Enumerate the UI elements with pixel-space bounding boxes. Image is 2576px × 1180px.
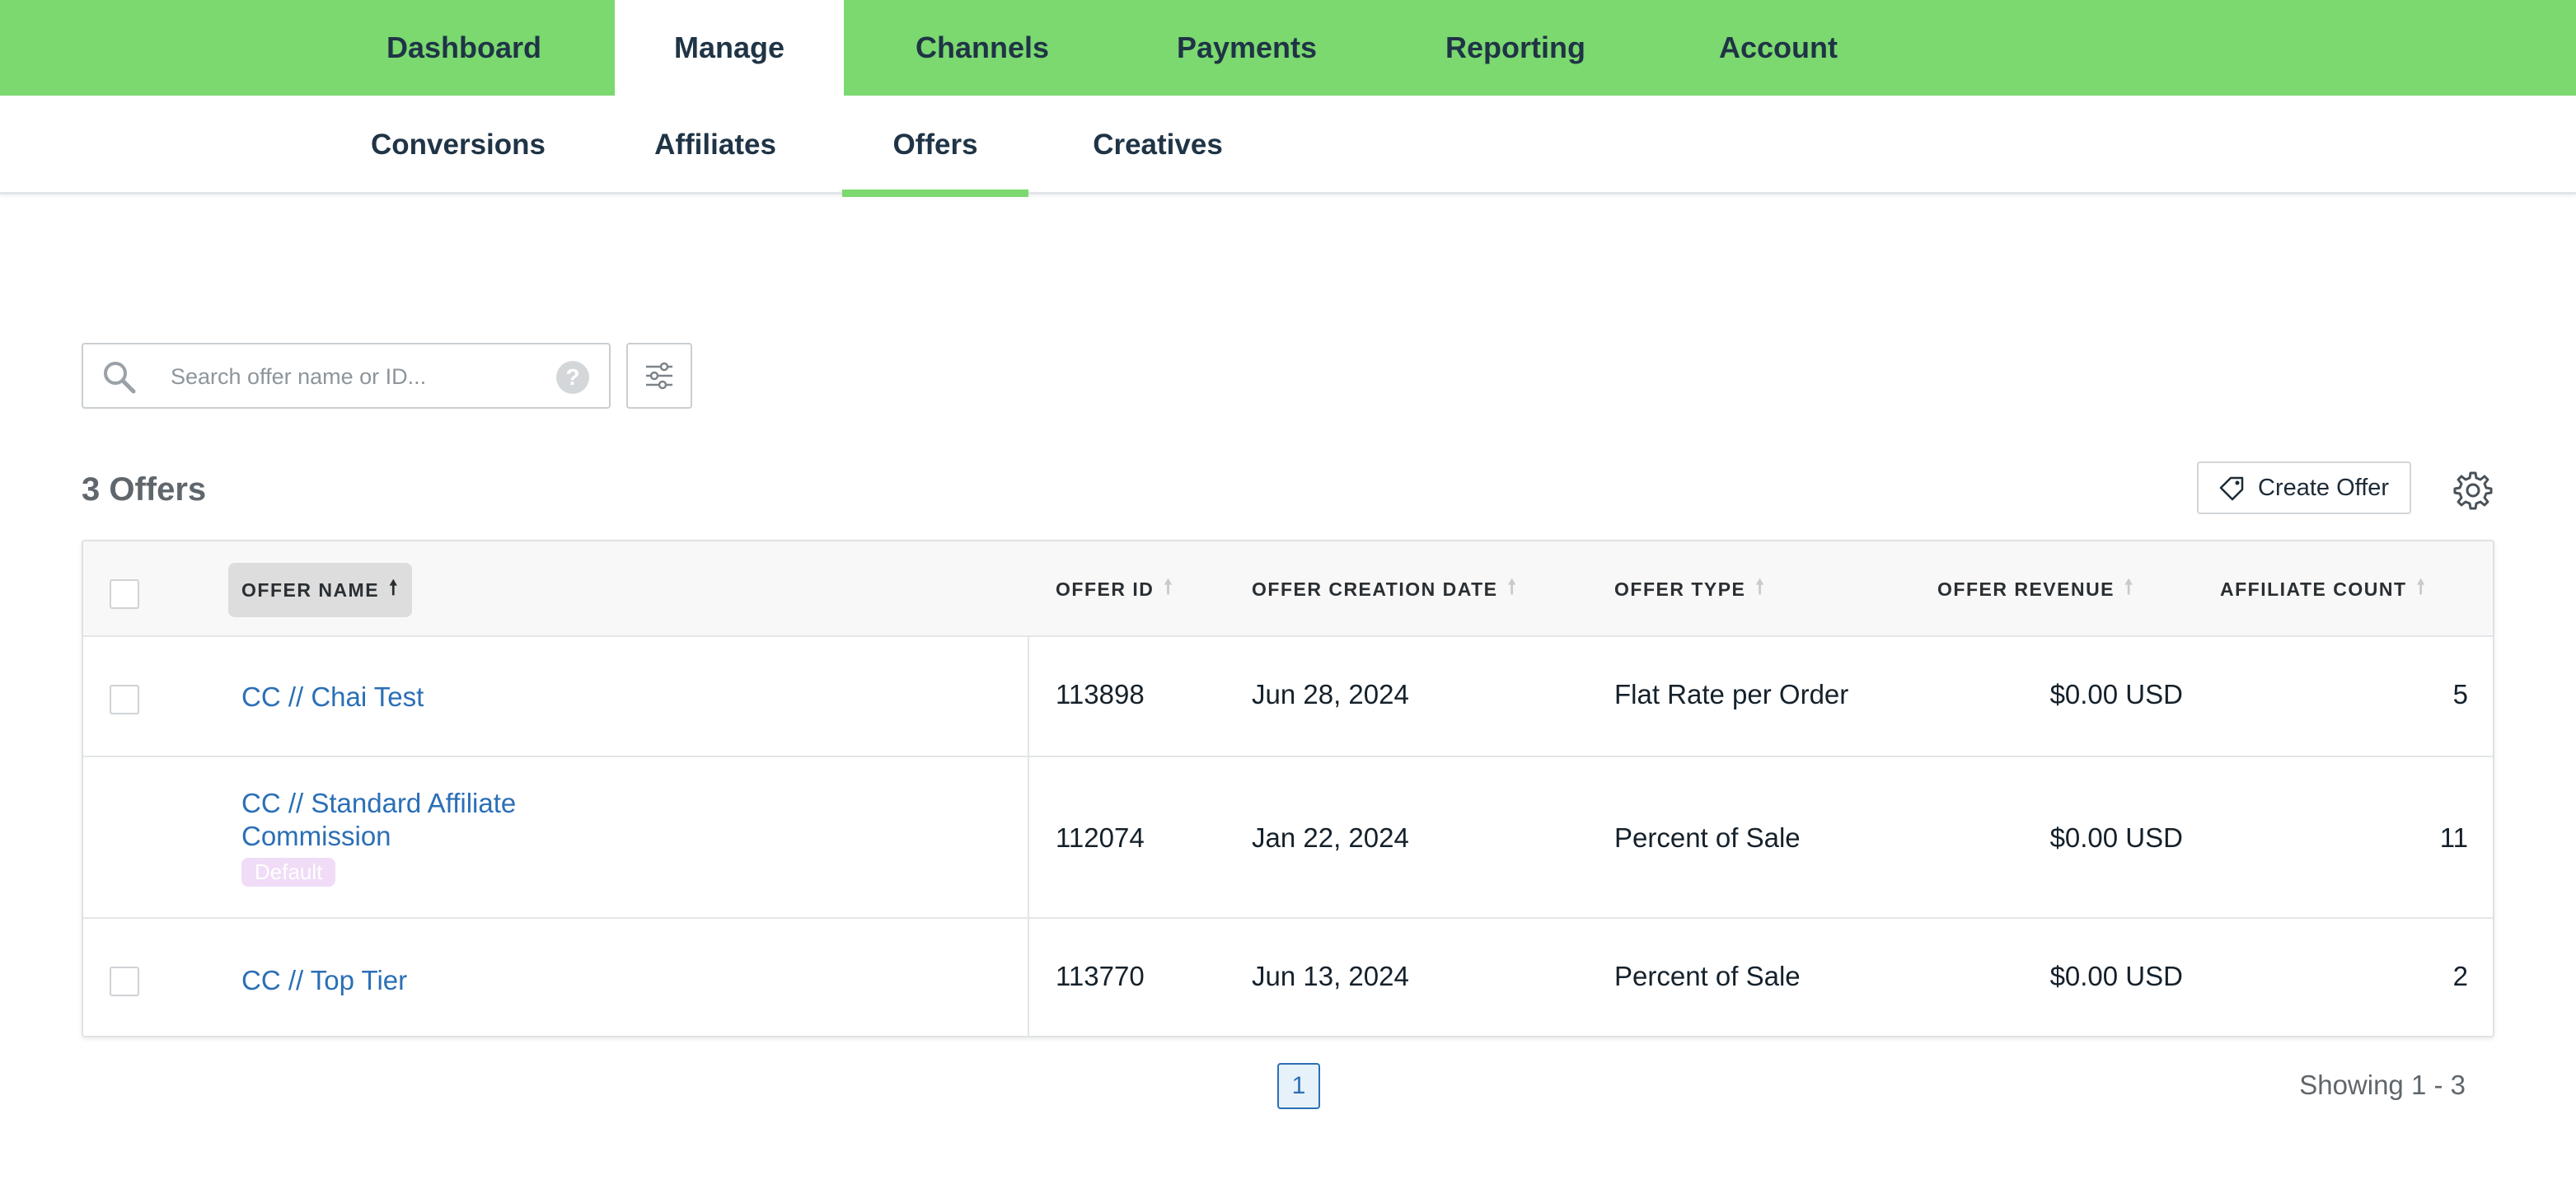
sort-arrow-icon: 🠕 [1164, 575, 1174, 598]
row-checkbox[interactable] [110, 685, 139, 714]
affiliate-count-cell: 11 [2439, 822, 2468, 853]
offer-name-link[interactable]: CC // Standard Affiliate Commission [241, 787, 516, 853]
top-nav-tab-account[interactable]: Account [1679, 0, 1877, 96]
creation-date-header-label: OFFER CREATION DATE [1252, 578, 1498, 600]
offer-search-input[interactable] [171, 356, 541, 397]
page-1-button[interactable]: 1 [1277, 1063, 1320, 1109]
table-row: CC // Top Tier 113770 Jun 13, 2024 Perce… [83, 919, 2493, 1037]
offer-revenue-cell: $0.00 USD [2049, 822, 2183, 853]
row-checkbox[interactable] [110, 967, 139, 996]
offer-revenue-header-label: OFFER REVENUE [1937, 578, 2115, 600]
table-row: CC // Standard Affiliate Commission Defa… [83, 757, 2493, 919]
offer-name-line: CC // Standard Affiliate [241, 788, 517, 818]
affiliate-count-header-label: AFFILIATE COUNT [2220, 578, 2407, 600]
top-nav-tab-payments[interactable]: Payments [1139, 0, 1355, 96]
table-header: OFFER NAME 🠕 OFFER ID 🠕 OFFER CREATION D… [83, 541, 2493, 637]
gear-icon[interactable] [2452, 470, 2494, 511]
sub-nav-tab-affiliates[interactable]: Affiliates [633, 96, 798, 194]
offer-name-link[interactable]: CC // Top Tier [241, 964, 407, 997]
offer-id-cell: 112074 [1056, 822, 1145, 853]
creation-date-cell: Jun 13, 2024 [1252, 961, 1409, 991]
sub-nav-tab-creatives[interactable]: Creatives [1080, 96, 1236, 194]
select-all-checkbox[interactable] [110, 579, 139, 609]
offer-type-cell: Percent of Sale [1614, 961, 1801, 991]
affiliate-count-column-header[interactable]: AFFILIATE COUNT 🠕 [2220, 541, 2426, 637]
sort-up-arrow-icon: 🠕 [389, 576, 399, 599]
offers-count-title: 3 Offers [82, 471, 207, 508]
default-badge: Default [241, 858, 336, 887]
offer-name-link[interactable]: CC // Chai Test [241, 681, 424, 714]
offer-id-cell: 113770 [1056, 961, 1145, 991]
offer-type-cell: Flat Rate per Order [1614, 679, 1849, 709]
offer-name-column-header[interactable]: OFFER NAME 🠕 [228, 563, 412, 617]
offer-type-header-label: OFFER TYPE [1614, 578, 1746, 600]
showing-range-text: Showing 1 - 3 [2299, 1070, 2466, 1100]
create-offer-button[interactable]: Create Offer [2197, 461, 2411, 514]
sort-arrow-icon: 🠕 [2416, 575, 2427, 598]
filter-button[interactable] [626, 343, 692, 409]
top-nav-tab-channels[interactable]: Channels [885, 0, 1080, 96]
tag-icon [2219, 476, 2244, 501]
sub-nav-tab-offers[interactable]: Offers [842, 96, 1028, 197]
create-offer-label: Create Offer [2258, 474, 2390, 501]
table-row: CC // Chai Test 113898 Jun 28, 2024 Flat… [83, 637, 2493, 757]
help-icon[interactable]: ? [556, 361, 589, 394]
top-nav-tab-reporting[interactable]: Reporting [1412, 0, 1618, 96]
sort-arrow-icon: 🠕 [1507, 575, 1518, 598]
affiliate-count-cell: 2 [2452, 961, 2468, 991]
offer-revenue-column-header[interactable]: OFFER REVENUE 🠕 [1937, 541, 2134, 637]
sub-nav-tab-conversions[interactable]: Conversions [359, 96, 557, 194]
offer-id-cell: 113898 [1056, 679, 1145, 709]
search-icon [104, 362, 136, 394]
affiliate-count-cell: 5 [2452, 679, 2468, 709]
offer-revenue-cell: $0.00 USD [2049, 961, 2183, 991]
creation-date-cell: Jan 22, 2024 [1252, 822, 1409, 853]
creation-date-column-header[interactable]: OFFER CREATION DATE 🠕 [1252, 541, 1517, 637]
offer-revenue-cell: $0.00 USD [2049, 679, 2183, 709]
offer-type-cell: Percent of Sale [1614, 822, 1801, 853]
creation-date-cell: Jun 28, 2024 [1252, 679, 1409, 709]
offer-id-header-label: OFFER ID [1056, 578, 1155, 600]
offer-id-column-header[interactable]: OFFER ID 🠕 [1056, 541, 1173, 637]
sub-nav: Conversions Affiliates Offers Creatives [0, 96, 2576, 197]
top-nav: Dashboard Manage Channels Payments Repor… [0, 0, 2576, 96]
sort-arrow-icon: 🠕 [2124, 575, 2134, 598]
offer-type-column-header[interactable]: OFFER TYPE 🠕 [1614, 541, 1765, 637]
offer-name-header-label: OFFER NAME [241, 578, 380, 601]
sliders-icon [646, 362, 672, 390]
top-nav-tab-manage[interactable]: Manage [615, 0, 844, 96]
offer-name-line: Commission [241, 821, 391, 851]
top-nav-tab-dashboard[interactable]: Dashboard [354, 0, 574, 96]
offer-search-box: ? [82, 343, 611, 409]
offers-table: OFFER NAME 🠕 OFFER ID 🠕 OFFER CREATION D… [82, 540, 2494, 1037]
sort-arrow-icon: 🠕 [1755, 575, 1766, 598]
